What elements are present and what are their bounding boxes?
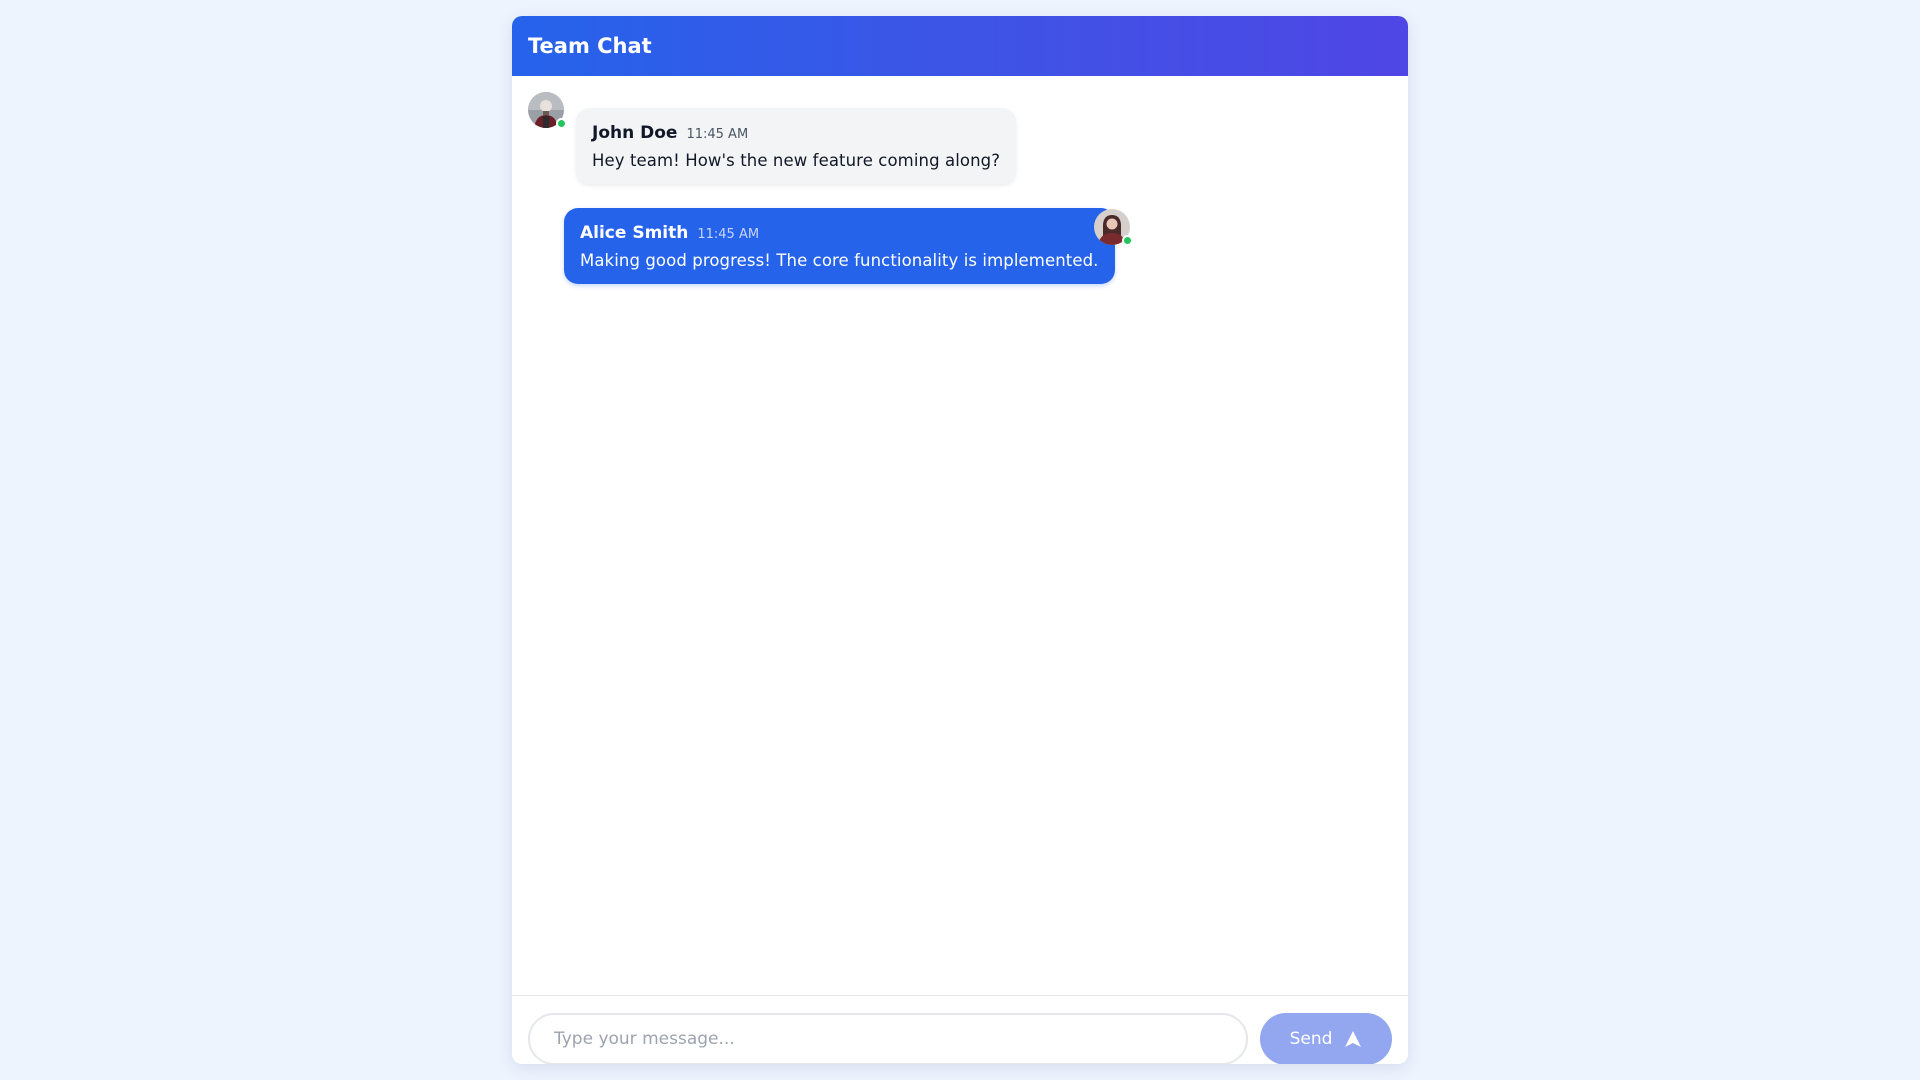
- message-sender: John Doe: [592, 123, 678, 143]
- online-status-dot: [1122, 235, 1133, 246]
- send-button[interactable]: Send: [1260, 1013, 1392, 1064]
- message-bubble[interactable]: Alice Smith 11:45 AM Making good progres…: [564, 208, 1115, 284]
- message-avatar[interactable]: [528, 92, 567, 130]
- send-button-label: Send: [1289, 1029, 1333, 1049]
- message-text: Making good progress! The core functiona…: [580, 251, 1099, 270]
- send-arrow-icon: [1344, 1030, 1362, 1048]
- message-text: Hey team! How's the new feature coming a…: [592, 151, 1001, 170]
- message-timestamp: 11:45 AM: [697, 227, 760, 242]
- message-list[interactable]: John Doe 11:45 AM Hey team! How's the ne…: [512, 76, 1408, 995]
- message-composer: Send: [512, 995, 1408, 1064]
- message-bubble[interactable]: John Doe 11:45 AM Hey team! How's the ne…: [576, 108, 1017, 184]
- message-sender: Alice Smith: [580, 223, 689, 243]
- chat-header: Team Chat: [512, 16, 1408, 76]
- message-avatar[interactable]: [1094, 209, 1133, 247]
- message-timestamp: 11:45 AM: [686, 127, 749, 142]
- message-header: John Doe 11:45 AM: [592, 123, 1000, 143]
- message-header: Alice Smith 11:45 AM: [580, 223, 1099, 243]
- chat-window: Team Chat John Doe 11:45 AM Hey team! Ho…: [512, 16, 1408, 1064]
- chat-title: Team Chat: [528, 34, 652, 58]
- online-status-dot: [556, 118, 567, 129]
- message-input[interactable]: [528, 1013, 1248, 1064]
